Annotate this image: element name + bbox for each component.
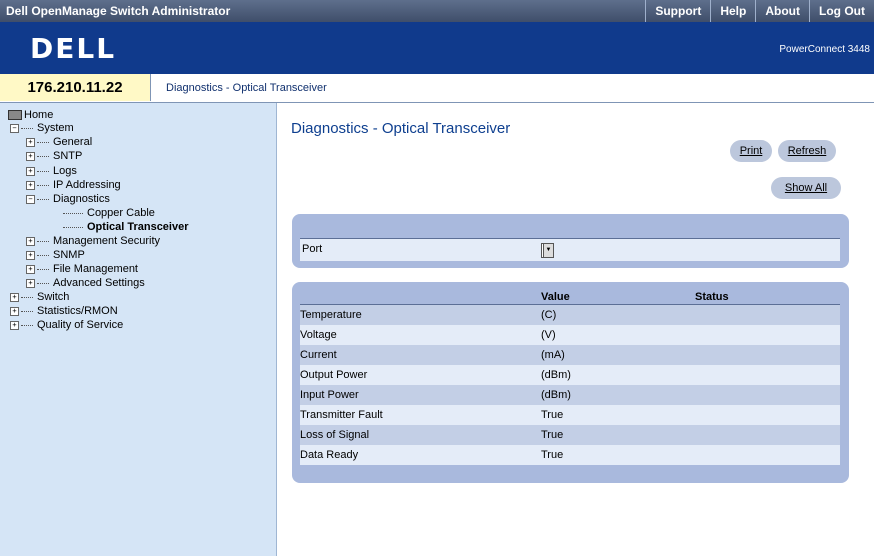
- row-status: [695, 445, 840, 465]
- row-name: Current: [300, 345, 541, 365]
- collapse-icon[interactable]: −: [26, 194, 35, 204]
- expand-icon[interactable]: +: [26, 278, 35, 288]
- transceiver-table: Value Status Temperature (C) Voltage (V)…: [300, 290, 840, 465]
- title-bar: Dell OpenManage Switch Administrator Sup…: [0, 0, 874, 22]
- port-row: Port ▼: [300, 238, 840, 261]
- row-status: [695, 385, 840, 405]
- product-name: PowerConnect 3448: [779, 44, 870, 55]
- about-link[interactable]: About: [755, 0, 809, 22]
- tree-item-copper-cable[interactable]: Copper Cable: [63, 207, 155, 220]
- tree-item-logs[interactable]: + Logs: [26, 165, 77, 178]
- row-value: True: [541, 405, 695, 425]
- row-status: [695, 405, 840, 425]
- row-value: (dBm): [541, 365, 695, 385]
- support-link[interactable]: Support: [645, 0, 710, 22]
- tree-item-management-security[interactable]: + Management Security: [26, 235, 160, 248]
- row-name: Loss of Signal: [300, 425, 541, 445]
- show-all-button[interactable]: Show All: [771, 177, 841, 199]
- expand-icon[interactable]: +: [26, 137, 35, 147]
- expand-icon[interactable]: +: [26, 180, 35, 190]
- page-title: Diagnostics - Optical Transceiver: [291, 120, 511, 137]
- tree-item-ip-addressing[interactable]: + IP Addressing: [26, 179, 121, 192]
- expand-icon[interactable]: +: [10, 320, 19, 330]
- tree-item-system[interactable]: − System: [10, 122, 74, 135]
- expand-icon[interactable]: +: [26, 151, 35, 161]
- refresh-button[interactable]: Refresh: [778, 140, 836, 162]
- sidebar-tree: Home − System + General + SNTP + Logs + IP Ad…: [0, 103, 277, 556]
- banner: DELL PowerConnect 3448: [0, 22, 874, 74]
- table-header: Value Status: [300, 290, 840, 305]
- expand-icon[interactable]: +: [26, 166, 35, 176]
- table-row: Data Ready True: [300, 445, 840, 465]
- expand-icon[interactable]: +: [26, 264, 35, 274]
- table-row: Input Power (dBm): [300, 385, 840, 405]
- dell-logo: DELL: [30, 32, 117, 65]
- row-status: [695, 325, 840, 345]
- table-row: Voltage (V): [300, 325, 840, 345]
- help-link[interactable]: Help: [710, 0, 755, 22]
- app-title: Dell OpenManage Switch Administrator: [6, 4, 231, 18]
- row-value: (dBm): [541, 385, 695, 405]
- column-header-value: Value: [541, 290, 695, 305]
- address-bar: 176.210.11.22 Diagnostics - Optical Tran…: [0, 74, 874, 103]
- port-select[interactable]: ▼: [541, 243, 554, 258]
- tree-item-file-management[interactable]: + File Management: [26, 263, 138, 276]
- table-row: Current (mA): [300, 345, 840, 365]
- collapse-icon[interactable]: −: [10, 123, 19, 133]
- print-button[interactable]: Print: [730, 140, 772, 162]
- row-value: (mA): [541, 345, 695, 365]
- table-row: Transmitter Fault True: [300, 405, 840, 425]
- row-value: (V): [541, 325, 695, 345]
- tree-item-optical-transceiver[interactable]: Optical Transceiver: [63, 221, 189, 234]
- row-value: (C): [541, 304, 695, 325]
- port-panel: Port ▼: [292, 214, 849, 268]
- row-name: Data Ready: [300, 445, 541, 465]
- expand-icon[interactable]: +: [26, 250, 35, 260]
- device-ip: 176.210.11.22: [0, 74, 151, 101]
- status-panel: Value Status Temperature (C) Voltage (V)…: [292, 282, 849, 483]
- tree-item-home[interactable]: Home: [8, 109, 53, 122]
- row-name: Input Power: [300, 385, 541, 405]
- table-row: Loss of Signal True: [300, 425, 840, 445]
- tree-item-switch[interactable]: + Switch: [10, 291, 69, 304]
- row-status: [695, 345, 840, 365]
- tree-item-advanced-settings[interactable]: + Advanced Settings: [26, 277, 145, 290]
- tree-item-quality-of-service[interactable]: + Quality of Service: [10, 319, 123, 332]
- column-header-name: [300, 290, 541, 305]
- row-name: Transmitter Fault: [300, 405, 541, 425]
- tree-item-general[interactable]: + General: [26, 136, 92, 149]
- row-name: Output Power: [300, 365, 541, 385]
- port-label: Port: [302, 243, 323, 255]
- column-header-status: Status: [695, 290, 840, 305]
- breadcrumb: Diagnostics - Optical Transceiver: [166, 82, 327, 94]
- logout-link[interactable]: Log Out: [809, 0, 874, 22]
- row-value: True: [541, 425, 695, 445]
- table-row: Output Power (dBm): [300, 365, 840, 385]
- top-links: Support Help About Log Out: [645, 0, 874, 22]
- expand-icon[interactable]: +: [26, 236, 35, 246]
- chevron-down-icon[interactable]: ▼: [543, 243, 554, 258]
- tree-item-snmp[interactable]: + SNMP: [26, 249, 85, 262]
- row-value: True: [541, 445, 695, 465]
- tree-item-diagnostics[interactable]: − Diagnostics: [26, 193, 110, 206]
- expand-icon[interactable]: +: [10, 292, 19, 302]
- row-status: [695, 365, 840, 385]
- tree-item-statistics-rmon[interactable]: + Statistics/RMON: [10, 305, 118, 318]
- table-row: Temperature (C): [300, 304, 840, 325]
- row-status: [695, 304, 840, 325]
- home-icon: [8, 110, 22, 121]
- row-name: Voltage: [300, 325, 541, 345]
- tree-item-sntp[interactable]: + SNTP: [26, 150, 82, 163]
- row-status: [695, 425, 840, 445]
- row-name: Temperature: [300, 304, 541, 325]
- expand-icon[interactable]: +: [10, 306, 19, 316]
